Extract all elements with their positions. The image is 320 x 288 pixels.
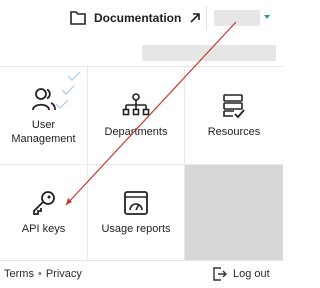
tile-usage-reports[interactable]: Usage reports xyxy=(88,165,184,260)
tile-label: Usage reports xyxy=(101,222,171,235)
empty-tile xyxy=(185,165,283,260)
tile-label: Departments xyxy=(104,125,168,138)
gauge-icon xyxy=(124,190,148,215)
privacy-link[interactable]: Privacy xyxy=(46,268,82,280)
terms-link[interactable]: Terms xyxy=(4,268,34,280)
tile-label: Resources xyxy=(207,125,261,138)
top-bar: Documentation xyxy=(0,0,283,36)
tile-api-keys[interactable]: API keys xyxy=(0,165,87,260)
tile-label: API keys xyxy=(21,222,66,235)
logout-icon xyxy=(213,267,227,281)
org-chart-icon xyxy=(122,92,150,115)
chevron-down-icon[interactable] xyxy=(264,15,270,19)
logout-label: Log out xyxy=(233,268,270,280)
legal-links: Terms • Privacy xyxy=(4,268,82,280)
tile-user-management[interactable]: User Management xyxy=(0,67,87,164)
users-icon xyxy=(31,87,56,110)
tile-departments[interactable]: Departments xyxy=(88,67,184,164)
tile-resources[interactable]: Resources xyxy=(185,67,283,164)
documentation-label: Documentation xyxy=(94,11,182,25)
external-link-icon xyxy=(190,13,201,23)
server-check-icon xyxy=(223,93,245,118)
footer: Terms • Privacy Log out xyxy=(0,260,283,288)
header-divider xyxy=(206,6,207,30)
book-icon xyxy=(70,11,86,25)
account-selector[interactable] xyxy=(142,45,276,61)
separator: • xyxy=(37,268,42,280)
tile-label: User Management xyxy=(11,118,76,145)
documentation-link[interactable]: Documentation xyxy=(70,9,201,27)
account-menu-button[interactable] xyxy=(214,10,260,26)
logout-button[interactable]: Log out xyxy=(213,267,270,281)
key-icon xyxy=(32,190,55,215)
